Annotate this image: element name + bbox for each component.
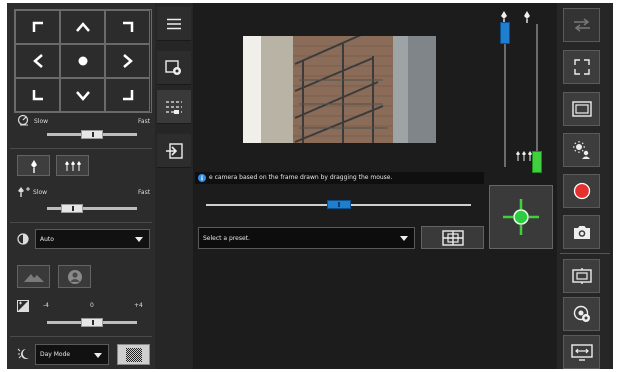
zoom-out-button[interactable] bbox=[56, 155, 89, 176]
pan-speed-slow-label: Slow bbox=[34, 118, 49, 125]
divider bbox=[10, 336, 152, 337]
toolbar-divider bbox=[560, 253, 610, 254]
divider bbox=[10, 148, 152, 149]
day-night-icon bbox=[17, 348, 29, 359]
chevron-right-icon bbox=[122, 54, 133, 68]
zoom-speed-fast-label: Fast bbox=[138, 189, 151, 196]
zoom-position-track[interactable] bbox=[504, 24, 506, 167]
chevron-up-icon bbox=[75, 22, 90, 32]
focus-icon bbox=[17, 233, 29, 245]
tab-controls[interactable] bbox=[157, 90, 191, 124]
info-icon bbox=[198, 174, 206, 182]
frame-icon bbox=[571, 101, 592, 117]
pan-down-right-button[interactable] bbox=[105, 78, 150, 112]
zoom-speed-slider-thumb[interactable] bbox=[60, 204, 83, 213]
overlay-button[interactable] bbox=[563, 259, 600, 293]
tab-menu[interactable] bbox=[157, 7, 191, 41]
swap-arrows-icon bbox=[573, 18, 590, 32]
focus-near-small-icon bbox=[524, 11, 530, 23]
pan-speed-fast-label: Fast bbox=[138, 118, 151, 125]
focus-far-button[interactable] bbox=[58, 265, 91, 288]
checkerboard-icon bbox=[125, 347, 142, 362]
pan-left-button[interactable] bbox=[15, 44, 60, 78]
chevron-down-icon bbox=[135, 237, 143, 242]
hamburger-icon bbox=[167, 18, 181, 29]
live-video-view[interactable] bbox=[243, 36, 436, 143]
focus-position-slider[interactable] bbox=[532, 151, 542, 174]
day-night-mode-select[interactable]: Day Mode bbox=[35, 344, 109, 365]
pan-speed-slider-thumb[interactable] bbox=[81, 130, 103, 139]
chevron-down-icon bbox=[75, 91, 90, 101]
timeline-slider-thumb[interactable] bbox=[326, 200, 351, 209]
pan-speed-icon bbox=[17, 114, 29, 126]
click-center-button[interactable] bbox=[489, 185, 553, 249]
center-dot-icon bbox=[78, 56, 87, 66]
camera-gear-icon bbox=[573, 305, 590, 322]
pan-tilt-pad bbox=[14, 9, 152, 113]
exposure-icon bbox=[17, 300, 29, 312]
corner-down-left-icon bbox=[32, 90, 43, 101]
video-frame-image bbox=[243, 36, 436, 143]
zoom-wide-small-icon bbox=[516, 151, 532, 161]
home-position-button[interactable] bbox=[60, 44, 105, 78]
preset-placeholder: Select a preset. bbox=[203, 234, 250, 242]
chevron-down-icon bbox=[94, 352, 102, 358]
swap-view-button[interactable] bbox=[563, 8, 600, 42]
exposure-max-label: +4 bbox=[134, 302, 143, 309]
exposure-mid-label: 0 bbox=[90, 302, 94, 309]
focus-mode-select[interactable]: Auto bbox=[35, 229, 150, 249]
chevron-left-icon bbox=[32, 54, 43, 68]
preset-select[interactable]: Select a preset. bbox=[198, 227, 415, 249]
exposure-min-label: -4 bbox=[43, 302, 49, 309]
display-settings-button[interactable] bbox=[563, 335, 600, 369]
crosshair-target-icon bbox=[503, 199, 539, 235]
divider bbox=[10, 222, 152, 223]
exit-arrow-icon bbox=[166, 142, 183, 159]
record-icon bbox=[573, 182, 590, 200]
corner-down-right-icon bbox=[122, 90, 133, 101]
focus-mode-value: Auto bbox=[40, 235, 54, 243]
focus-near-button[interactable] bbox=[17, 265, 50, 288]
camera-settings-button[interactable] bbox=[563, 297, 600, 331]
zoom-in-button[interactable] bbox=[17, 155, 50, 176]
corner-up-right-icon bbox=[122, 21, 133, 32]
brightness-button[interactable] bbox=[563, 133, 600, 167]
record-button[interactable] bbox=[563, 174, 600, 208]
tab-exit[interactable] bbox=[157, 134, 191, 168]
zoom-speed-icon bbox=[18, 187, 30, 197]
corner-up-left-icon bbox=[32, 21, 43, 32]
focus-position-track[interactable] bbox=[536, 24, 538, 167]
zoom-speed-slow-label: Slow bbox=[33, 189, 48, 196]
controls-list-icon bbox=[166, 100, 182, 114]
camera-icon bbox=[573, 226, 590, 239]
day-night-toggle-button[interactable] bbox=[117, 344, 150, 365]
zoom-tele-icon bbox=[30, 159, 37, 173]
pan-right-button[interactable] bbox=[105, 44, 150, 78]
hint-text: e camera based on the frame drawn by dra… bbox=[209, 174, 393, 181]
exposure-slider-thumb[interactable] bbox=[81, 318, 103, 327]
expand-icon bbox=[573, 59, 590, 75]
person-focus-icon bbox=[67, 269, 82, 284]
overlay-frame-icon bbox=[571, 268, 592, 284]
monitor-arrows-icon bbox=[570, 344, 593, 361]
zoom-position-slider[interactable] bbox=[500, 21, 510, 44]
tab-camera-settings[interactable] bbox=[157, 51, 191, 85]
snapshot-button[interactable] bbox=[563, 215, 600, 249]
pan-up-left-button[interactable] bbox=[15, 10, 60, 44]
fullscreen-button[interactable] bbox=[563, 50, 600, 84]
sun-person-icon bbox=[572, 141, 590, 159]
tilt-up-button[interactable] bbox=[60, 10, 105, 44]
frame-view-button[interactable] bbox=[563, 92, 600, 126]
mountain-icon bbox=[23, 273, 44, 282]
pan-up-right-button[interactable] bbox=[105, 10, 150, 44]
tilt-down-button[interactable] bbox=[60, 78, 105, 112]
chevron-down-icon bbox=[400, 236, 408, 241]
preset-grid-button[interactable] bbox=[421, 226, 484, 249]
pan-down-left-button[interactable] bbox=[15, 78, 60, 112]
zoom-wide-icon bbox=[64, 160, 81, 171]
day-night-mode-value: Day Mode bbox=[40, 351, 71, 358]
hint-bar: e camera based on the frame drawn by dra… bbox=[195, 172, 484, 184]
camera-gear-icon bbox=[165, 59, 181, 75]
grid-frame-icon bbox=[441, 229, 464, 246]
